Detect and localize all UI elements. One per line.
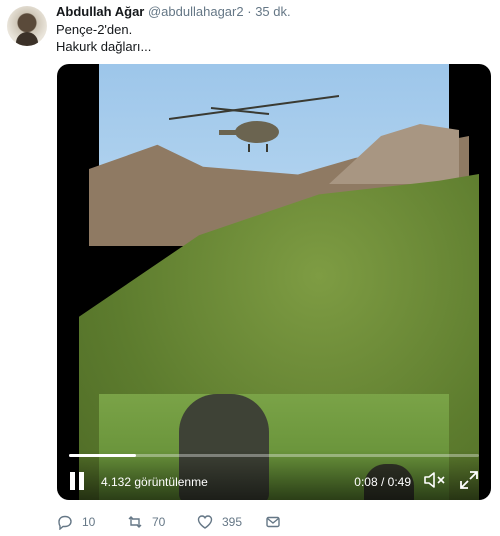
video-player[interactable]: 4.132 görüntülenme 0:08 / 0:49 — [57, 64, 491, 500]
like-icon — [197, 515, 213, 529]
avatar[interactable] — [7, 6, 47, 46]
tweet-header: Abdullah Ağar @abdullahagar2 · 35 dk. — [56, 4, 291, 20]
reply-icon — [58, 515, 72, 530]
like-count: 395 — [222, 515, 243, 529]
tweet-text-line: Pençe-2'den. — [56, 22, 133, 37]
message-button[interactable] — [265, 512, 281, 532]
view-count: 4.132 görüntülenme — [101, 475, 208, 489]
video-frame — [79, 64, 479, 500]
retweet-button[interactable]: 70 — [127, 512, 165, 532]
video-progress-fill — [69, 454, 136, 457]
pause-icon[interactable] — [69, 472, 85, 490]
tweet[interactable]: Abdullah Ağar @abdullahagar2 · 35 dk. Pe… — [0, 0, 500, 536]
mute-icon[interactable] — [423, 470, 447, 490]
tweet-text-line: Hakurk dağları... — [56, 39, 152, 54]
tweet-text: Pençe-2'den. Hakurk dağları... — [56, 21, 151, 55]
timestamp[interactable]: 35 dk. — [255, 4, 290, 19]
like-button[interactable]: 395 — [197, 512, 242, 532]
author-handle[interactable]: @abdullahagar2 — [148, 4, 244, 19]
fullscreen-icon[interactable] — [459, 470, 479, 490]
author-name[interactable]: Abdullah Ağar — [56, 4, 144, 19]
retweet-icon — [128, 516, 142, 528]
video-timecode: 0:08 / 0:49 — [354, 475, 411, 489]
message-icon — [266, 516, 280, 528]
video-progress-bar[interactable] — [69, 454, 479, 457]
reply-count: 10 — [82, 515, 96, 529]
reply-button[interactable]: 10 — [57, 512, 95, 532]
retweet-count: 70 — [152, 515, 166, 529]
helicopter-graphic — [169, 95, 339, 152]
separator-dot: · — [247, 4, 252, 19]
